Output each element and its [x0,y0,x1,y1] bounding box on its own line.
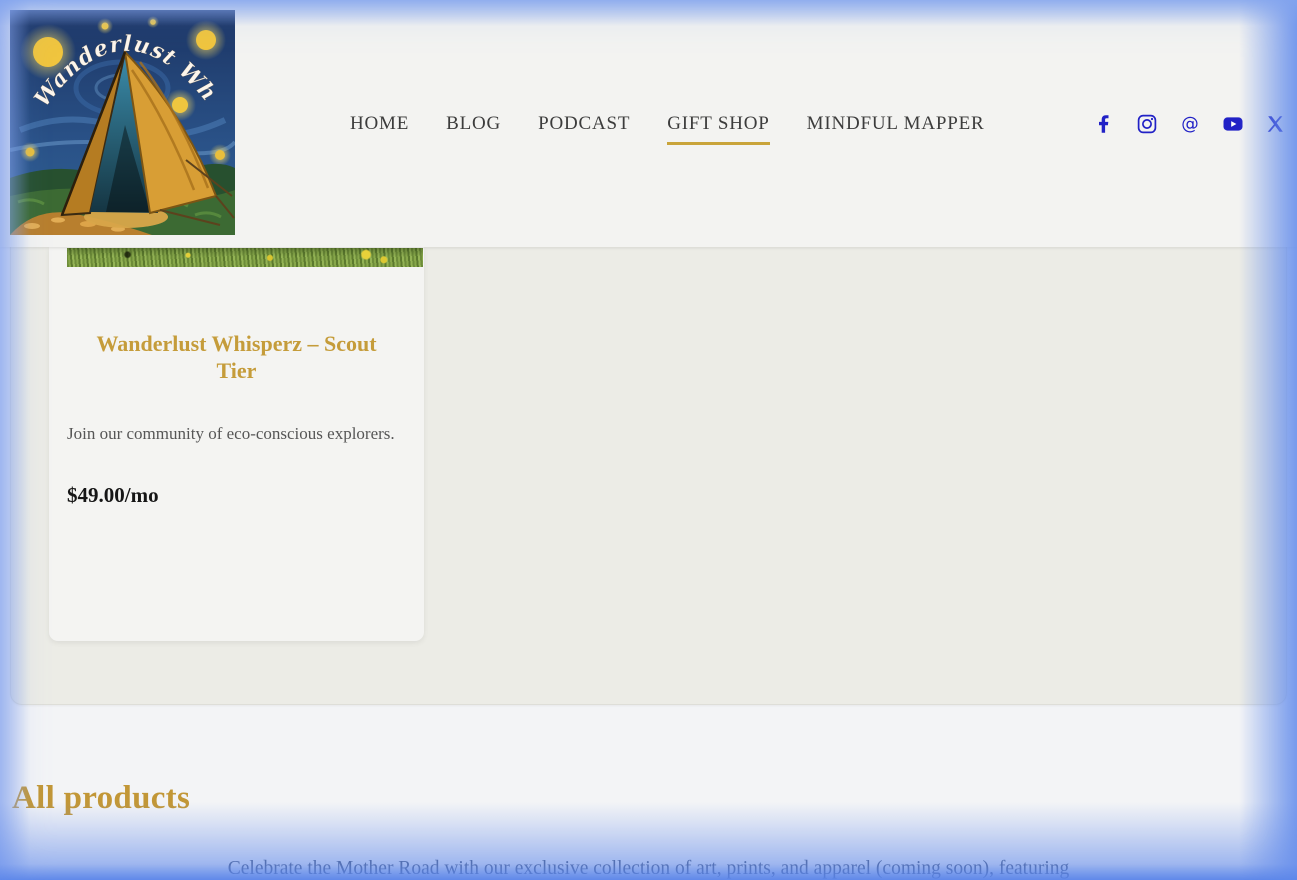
site-logo[interactable]: Wanderlust Whisperz [10,10,235,235]
nav-item-home[interactable]: HOME [350,113,409,145]
nav-item-blog[interactable]: BLOG [446,113,501,145]
youtube-icon[interactable] [1223,114,1243,134]
nav-item-mindful-mapper[interactable]: MINDFUL MAPPER [807,113,985,145]
products-intro-text: Celebrate the Mother Road with our exclu… [0,858,1297,880]
all-products-heading: All products [12,780,190,817]
product-title[interactable]: Wanderlust Whisperz – Scout Tier [49,330,424,384]
svg-text:@: @ [1181,115,1199,135]
facebook-icon[interactable] [1094,114,1114,134]
product-price: $49.00/mo [49,483,424,508]
site-header: Wanderlust Whisperz HOME BLOG PODCAST GI… [0,0,1297,247]
main-nav: HOME BLOG PODCAST GIFT SHOP MINDFUL MAPP… [350,113,985,145]
social-links: @ [1094,114,1286,134]
instagram-icon[interactable] [1137,114,1157,134]
x-icon[interactable] [1266,114,1286,134]
nav-item-podcast[interactable]: PODCAST [538,113,630,145]
product-description: Join our community of eco-conscious expl… [49,420,424,447]
product-image-grass-flowers[interactable] [67,248,423,267]
logo-starry-tent-art: Wanderlust Whisperz [10,10,235,235]
threads-icon[interactable]: @ [1180,114,1200,134]
product-card-scout-tier[interactable]: Wanderlust Whisperz – Scout Tier Join ou… [49,247,424,641]
nav-item-gift-shop[interactable]: GIFT SHOP [667,113,769,145]
